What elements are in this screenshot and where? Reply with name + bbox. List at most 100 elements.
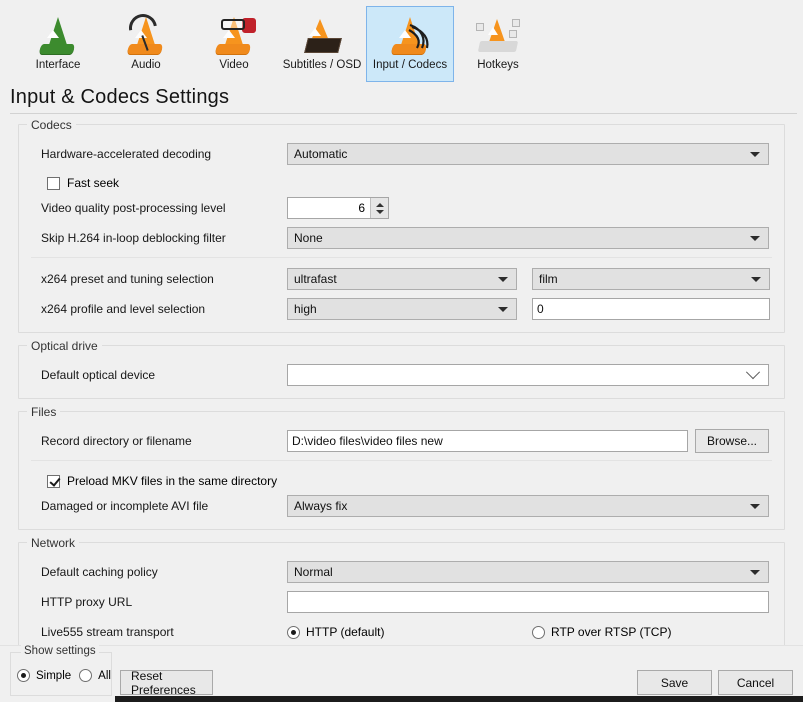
hardware-decoding-value: Automatic: [294, 147, 348, 161]
all-label: All: [98, 669, 111, 682]
chevron-down-icon: [498, 276, 508, 282]
default-optical-device-label: Default optical device: [41, 368, 156, 382]
codecs-group-title: Codecs: [27, 118, 76, 132]
cancel-button[interactable]: Cancel: [718, 670, 793, 695]
spinner-up-icon[interactable]: [375, 202, 384, 207]
damaged-avi-label: Damaged or incomplete AVI file: [41, 499, 209, 513]
all-radio[interactable]: [79, 669, 93, 682]
rtp-over-rtsp-label: RTP over RTSP (TCP): [551, 625, 672, 639]
codecs-group: Codecs Hardware-accelerated decoding Aut…: [18, 118, 785, 333]
tab-video[interactable]: Video: [190, 6, 278, 82]
vlc-cone-glasses-icon: [210, 11, 258, 57]
network-group-title: Network: [27, 536, 80, 550]
radio-rtp-over-rtsp[interactable]: RTP over RTSP (TCP): [532, 625, 671, 639]
show-settings-group: Show settings Simple All: [10, 645, 112, 696]
x264-tuning-value: film: [539, 272, 558, 286]
preferences-toolbar: Interface Audio Video Subtitles / OSD In…: [0, 0, 803, 84]
tab-label: Interface: [35, 59, 81, 71]
network-group: Network Default caching policy Normal HT…: [18, 536, 785, 656]
simple-radio[interactable]: [17, 669, 30, 682]
files-group: Files Record directory or filename D:\vi…: [18, 405, 785, 530]
title-separator: [10, 113, 797, 114]
skip-loop-filter-label: Skip H.264 in-loop deblocking filter: [41, 231, 226, 245]
row-postprocessing: Video quality post-processing level 6: [29, 195, 774, 221]
caching-policy-combo[interactable]: Normal: [287, 561, 769, 583]
record-directory-value: D:\video files\video files new: [292, 434, 443, 448]
x264-preset-combo[interactable]: ultrafast: [287, 268, 517, 290]
caching-policy-value: Normal: [294, 565, 333, 579]
spinner-buttons[interactable]: [370, 198, 388, 218]
default-optical-device-combo[interactable]: [287, 364, 769, 386]
row-preload-mkv[interactable]: Preload MKV files in the same directory: [29, 469, 774, 493]
tab-label: Subtitles / OSD: [282, 59, 362, 71]
save-button[interactable]: Save: [637, 670, 712, 695]
tab-interface[interactable]: Interface: [14, 6, 102, 82]
vlc-cone-cables-icon: [386, 11, 434, 57]
damaged-avi-combo[interactable]: Always fix: [287, 495, 769, 517]
vlc-cone-screen-icon: [298, 11, 346, 57]
browse-button[interactable]: Browse...: [695, 429, 769, 453]
row-caching-policy: Default caching policy Normal: [29, 559, 774, 585]
skip-loop-filter-combo[interactable]: None: [287, 227, 769, 249]
chevron-down-icon: [750, 151, 760, 157]
chevron-down-icon: [750, 503, 760, 509]
row-fast-seek[interactable]: Fast seek: [29, 171, 774, 195]
radio-simple[interactable]: Simple: [17, 669, 71, 682]
radio-all[interactable]: All: [79, 669, 111, 682]
x264-level-input[interactable]: 0: [532, 298, 770, 320]
radio-http-default[interactable]: HTTP (default): [287, 625, 532, 639]
row-record-directory: Record directory or filename D:\video fi…: [29, 428, 774, 454]
http-default-label: HTTP (default): [306, 625, 385, 639]
row-default-optical-device: Default optical device: [29, 362, 774, 388]
spinner-down-icon[interactable]: [375, 209, 384, 214]
preload-mkv-label: Preload MKV files in the same directory: [67, 474, 278, 488]
x264-preset-value: ultrafast: [294, 272, 337, 286]
chevron-down-icon: [750, 235, 760, 241]
http-default-radio[interactable]: [287, 625, 300, 639]
row-damaged-avi: Damaged or incomplete AVI file Always fi…: [29, 493, 774, 519]
chevron-down-icon: [750, 569, 760, 575]
row-skip-loop-filter: Skip H.264 in-loop deblocking filter Non…: [29, 225, 774, 251]
tab-label: Video: [219, 59, 249, 71]
tab-label: Input / Codecs: [372, 59, 448, 71]
record-directory-input[interactable]: D:\video files\video files new: [287, 430, 688, 452]
cable-strands-icon: [408, 23, 429, 49]
fast-seek-checkbox[interactable]: [47, 176, 60, 190]
row-x264-preset: x264 preset and tuning selection ultrafa…: [29, 266, 774, 292]
window-bottom-edge: [115, 696, 803, 702]
vlc-cone-green-icon: [34, 11, 82, 57]
vlc-cone-headphones-icon: [122, 8, 170, 57]
row-http-proxy: HTTP proxy URL: [29, 589, 774, 615]
x264-profile-combo[interactable]: high: [287, 298, 517, 320]
row-hardware-decoding: Hardware-accelerated decoding Automatic: [29, 141, 774, 167]
row-x264-profile: x264 profile and level selection high 0: [29, 296, 774, 322]
x264-tuning-combo[interactable]: film: [532, 268, 770, 290]
x264-profile-label: x264 profile and level selection: [41, 302, 206, 316]
optical-drive-group-title: Optical drive: [27, 339, 102, 353]
codecs-inner-separator: [31, 257, 772, 258]
tab-input-codecs[interactable]: Input / Codecs: [366, 6, 454, 82]
live555-transport-label: Live555 stream transport: [41, 625, 174, 639]
postprocessing-spinner[interactable]: 6: [287, 197, 389, 219]
footer-bar: Show settings Simple All Reset Preferenc…: [0, 645, 803, 702]
files-inner-separator: [31, 460, 772, 461]
hardware-decoding-combo[interactable]: Automatic: [287, 143, 769, 165]
files-group-title: Files: [27, 405, 61, 419]
preload-mkv-checkbox[interactable]: [47, 474, 60, 488]
skip-loop-filter-value: None: [294, 231, 323, 245]
tab-hotkeys[interactable]: Hotkeys: [454, 6, 542, 82]
tab-subtitles-osd[interactable]: Subtitles / OSD: [278, 6, 366, 82]
optical-drive-group: Optical drive Default optical device: [18, 339, 785, 399]
x264-level-value: 0: [537, 302, 544, 316]
row-live555-transport: Live555 stream transport HTTP (default) …: [29, 619, 774, 645]
reset-preferences-button[interactable]: Reset Preferences: [120, 669, 213, 697]
http-proxy-input[interactable]: [287, 591, 769, 613]
chevron-down-icon: [751, 276, 761, 282]
tab-label: Hotkeys: [477, 59, 519, 71]
record-directory-label: Record directory or filename: [41, 434, 192, 448]
hardware-decoding-label: Hardware-accelerated decoding: [41, 147, 212, 161]
page-title: Input & Codecs Settings: [10, 86, 230, 108]
fast-seek-label: Fast seek: [67, 176, 120, 190]
rtp-over-rtsp-radio[interactable]: [532, 625, 545, 639]
tab-audio[interactable]: Audio: [102, 6, 190, 82]
